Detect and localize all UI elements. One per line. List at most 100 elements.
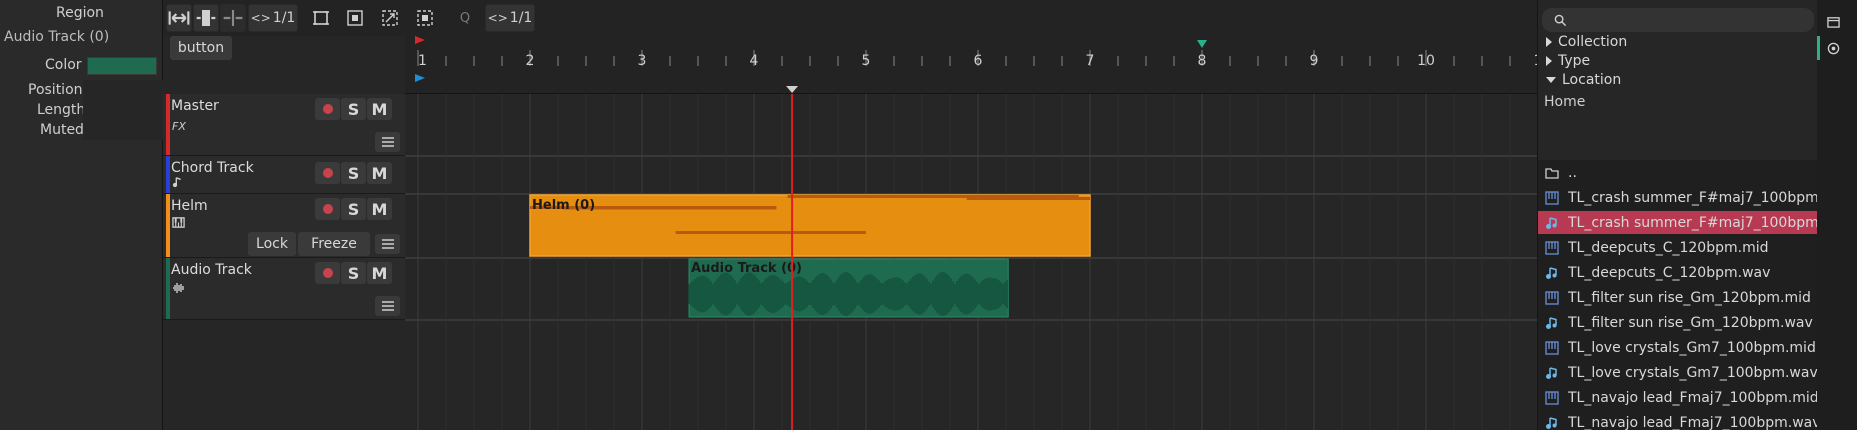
bar-number: 5 — [862, 53, 871, 69]
position-label: Position — [28, 82, 83, 98]
location-home[interactable]: Home — [1544, 94, 1585, 110]
record-button[interactable] — [315, 198, 340, 220]
solo-button[interactable]: S — [341, 98, 366, 120]
midi-note — [966, 197, 1090, 200]
mute-button[interactable]: M — [367, 162, 392, 184]
track-menu-button[interactable] — [375, 132, 400, 152]
adaptive-snap-icon[interactable] — [415, 8, 435, 28]
menu-icon — [381, 239, 394, 249]
midi-region-label: Helm (0) — [532, 198, 595, 213]
audio-file-icon — [1544, 415, 1560, 430]
length-row: Length — [0, 100, 163, 120]
zoom-in-button[interactable] — [193, 4, 219, 32]
file-item[interactable]: TL_crash summer_F#maj7_100bpm.mid — [1538, 186, 1818, 209]
parent-folder-item[interactable]: .. — [1538, 161, 1818, 184]
button-button[interactable]: button — [170, 36, 232, 60]
file-name: TL_love crystals_Gm7_100bpm.wav — [1568, 364, 1818, 381]
midi-region — [529, 194, 1091, 257]
solo-button[interactable]: S — [341, 162, 366, 184]
timeline-ruler[interactable]: 123456789101 — [405, 36, 1542, 94]
track-master[interactable]: Master FX S M — [163, 94, 405, 156]
accent-marker — [1817, 36, 1820, 60]
mute-button[interactable]: M — [367, 198, 392, 220]
bar-number: 6 — [974, 53, 983, 69]
filter-type[interactable]: Type — [1546, 53, 1590, 69]
track-menu-button[interactable] — [375, 296, 400, 316]
expand-icon — [1546, 37, 1552, 47]
track-color-strip — [166, 156, 170, 193]
arranger[interactable]: Helm (0) Audio Track (0) — [405, 94, 1540, 430]
ruler-canvas: 123456789101 — [415, 36, 1542, 93]
color-swatch[interactable] — [87, 57, 157, 75]
filter-collection[interactable]: Collection — [1546, 34, 1627, 50]
midi-note — [563, 206, 777, 210]
track-name: Master — [171, 98, 219, 114]
file-item[interactable]: TL_love crystals_Gm7_100bpm.wav — [1538, 361, 1818, 384]
keep-offset-icon[interactable] — [380, 8, 400, 28]
file-name: TL_love crystals_Gm7_100bpm.mid — [1568, 339, 1816, 356]
record-button[interactable] — [315, 98, 340, 120]
zoom-in-icon — [196, 10, 216, 26]
music-note-icon — [172, 176, 188, 190]
track-chord[interactable]: Chord Track S M — [163, 156, 405, 194]
record-icon — [322, 168, 333, 178]
bar-number: 8 — [1198, 53, 1207, 69]
mute-button[interactable]: M — [367, 262, 392, 284]
midi-file-icon — [1544, 240, 1560, 256]
audio-file-icon — [1544, 215, 1560, 231]
filter-location[interactable]: Location — [1546, 72, 1621, 88]
track-header-panel: button Master FX S M Chord Track S M Hel… — [163, 36, 405, 430]
region-header: Region — [56, 5, 104, 21]
quantize-icon[interactable]: Q — [455, 8, 475, 28]
zoom-fit-button[interactable] — [166, 4, 192, 32]
snap-events-icon[interactable] — [345, 8, 365, 28]
freeze-button[interactable]: Freeze — [298, 232, 370, 256]
file-item[interactable]: TL_navajo lead_Fmaj7_100bpm.wav — [1538, 411, 1818, 430]
track-name: Chord Track — [171, 160, 254, 176]
snap-to-grid-icon[interactable] — [311, 8, 331, 28]
file-item[interactable]: TL_crash summer_F#maj7_100bpm.wav — [1538, 211, 1818, 234]
file-item[interactable]: TL_filter sun rise_Gm_120bpm.mid — [1538, 286, 1818, 309]
length-label: Length — [37, 102, 86, 118]
panel-icon[interactable] — [1827, 15, 1840, 28]
bar-number: 7 — [1086, 53, 1095, 69]
file-browser: Collection Type Location Home .. TL_crash… — [1537, 0, 1818, 430]
muted-value[interactable] — [83, 120, 163, 140]
color-label: Color — [45, 57, 82, 73]
bar-number: 10 — [1417, 53, 1435, 69]
record-button[interactable] — [315, 162, 340, 184]
file-item[interactable]: TL_love crystals_Gm7_100bpm.mid — [1538, 336, 1818, 359]
filter-label: Collection — [1558, 34, 1628, 50]
solo-button[interactable]: S — [341, 262, 366, 284]
midi-note — [675, 231, 866, 234]
record-button[interactable] — [315, 262, 340, 284]
audio-file-icon — [1544, 365, 1560, 381]
track-helm[interactable]: Helm S M Lock Freeze — [163, 194, 405, 258]
track-audio[interactable]: Audio Track S M — [163, 258, 405, 320]
file-name: TL_deepcuts_C_120bpm.wav — [1568, 264, 1771, 281]
snap-grid-label: 1/1 — [272, 10, 296, 26]
file-item[interactable]: TL_navajo lead_Fmaj7_100bpm.mid — [1538, 386, 1818, 409]
solo-button[interactable]: S — [341, 198, 366, 220]
length-value[interactable] — [83, 100, 163, 120]
track-menu-button[interactable] — [375, 234, 400, 254]
menu-icon — [381, 137, 394, 147]
zoom-out-button[interactable] — [220, 4, 246, 32]
snap-grid-button[interactable]: <> 1/1 — [248, 4, 298, 32]
file-item[interactable]: TL_deepcuts_C_120bpm.wav — [1538, 261, 1818, 284]
file-item[interactable]: TL_deepcuts_C_120bpm.mid — [1538, 236, 1818, 259]
audio-file-icon — [1544, 265, 1560, 281]
file-item[interactable]: TL_filter sun rise_Gm_120bpm.wav — [1538, 311, 1818, 334]
song-start-marker — [415, 36, 425, 44]
folder-icon — [1544, 165, 1560, 181]
arranger-canvas: Helm (0) Audio Track (0) — [405, 94, 1540, 430]
search-input[interactable] — [1542, 8, 1814, 32]
plugin-browser-icon[interactable] — [1827, 42, 1840, 55]
file-name: .. — [1568, 164, 1577, 181]
inspector-panel: Region Audio Track (0) Color Position Le… — [0, 0, 163, 430]
lock-button[interactable]: Lock — [248, 232, 296, 256]
menu-icon — [381, 301, 394, 311]
position-value[interactable] — [83, 80, 163, 100]
quantize-grid-button[interactable]: <> 1/1 — [485, 4, 535, 32]
mute-button[interactable]: M — [367, 98, 392, 120]
